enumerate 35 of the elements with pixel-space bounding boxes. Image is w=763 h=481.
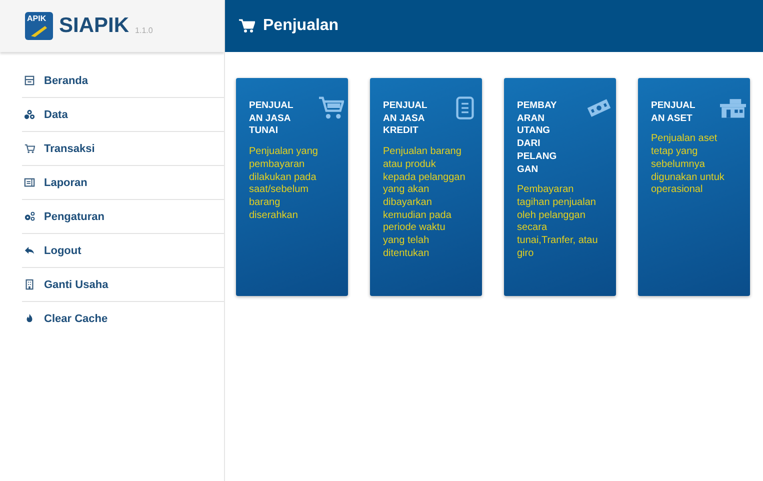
reply-icon <box>24 245 35 256</box>
card-description: Penjualan aset tetap yang sebelumnya digunakan untuk operasional <box>651 133 726 197</box>
card-title: PENJUAL AN ASET <box>651 100 696 126</box>
menu-card[interactable]: PENJUAL AN ASET Penjualan aset tetap yang sebelumnya digunakan untuk operasional <box>638 78 750 296</box>
card-title: PENJUAL AN JASA TUNAI <box>249 100 294 138</box>
sidebar-item[interactable]: Pengaturan <box>22 200 224 234</box>
card-title: PEMBAY ARAN UTANG DARI PELANG GAN <box>517 100 557 176</box>
page-title: Penjualan <box>263 17 339 35</box>
sidebar-item[interactable]: Transaksi <box>22 132 224 166</box>
menu-card[interactable]: PENJUAL AN JASA KREDIT Penjualan barang atau produk kepada pelanggan yang akan dibayarkan kemudian pada periode waktu yang telah ditentukan <box>370 78 482 296</box>
card-title: PENJUAL AN JASA KREDIT <box>383 100 428 138</box>
version-label: 1.1.0 <box>135 26 153 34</box>
app-name: SIAPIK <box>59 14 130 38</box>
sidebar-item[interactable]: Ganti Usaha <box>22 268 224 302</box>
gears-icon <box>24 211 35 222</box>
cubes-icon <box>24 109 35 120</box>
fire-icon <box>24 313 35 324</box>
app-logo: APIK <box>25 12 53 40</box>
sidebar-item[interactable]: Laporan <box>22 166 224 200</box>
cart-icon <box>239 19 255 33</box>
building-icon <box>24 279 35 290</box>
cart-icon <box>318 96 344 120</box>
sidebar-item[interactable]: Logout <box>22 234 224 268</box>
cart-icon <box>24 143 35 154</box>
sidebar-item[interactable]: Data <box>22 98 224 132</box>
menu-card[interactable]: PENJUAL AN JASA TUNAI Penjualan yang pembayaran dilakukan pada saat/sebelum barang diserahkan <box>236 78 348 296</box>
menu-card[interactable]: PEMBAY ARAN UTANG DARI PELANG GAN Pembayaran tagihan penjualan oleh pelanggan secara tunai,Tranfer, atau giro <box>504 78 616 296</box>
card-description: Penjualan barang atau produk kepada pelanggan yang akan dibayarkan kemudian pada periode waktu yang telah ditentukan <box>383 146 466 260</box>
card-description: Pembayaran tagihan penjualan oleh pelanggan secara tunai,Tranfer, atau giro <box>517 184 599 260</box>
store-icon <box>24 75 35 86</box>
building-icon <box>720 96 746 120</box>
sidebar-item[interactable]: Clear Cache <box>22 302 224 335</box>
card-description: Penjualan yang pembayaran dilakukan pada saat/sebelum barang diserahkan <box>249 146 319 222</box>
sidebar-item[interactable]: Beranda <box>22 64 224 98</box>
report-icon <box>24 177 35 188</box>
